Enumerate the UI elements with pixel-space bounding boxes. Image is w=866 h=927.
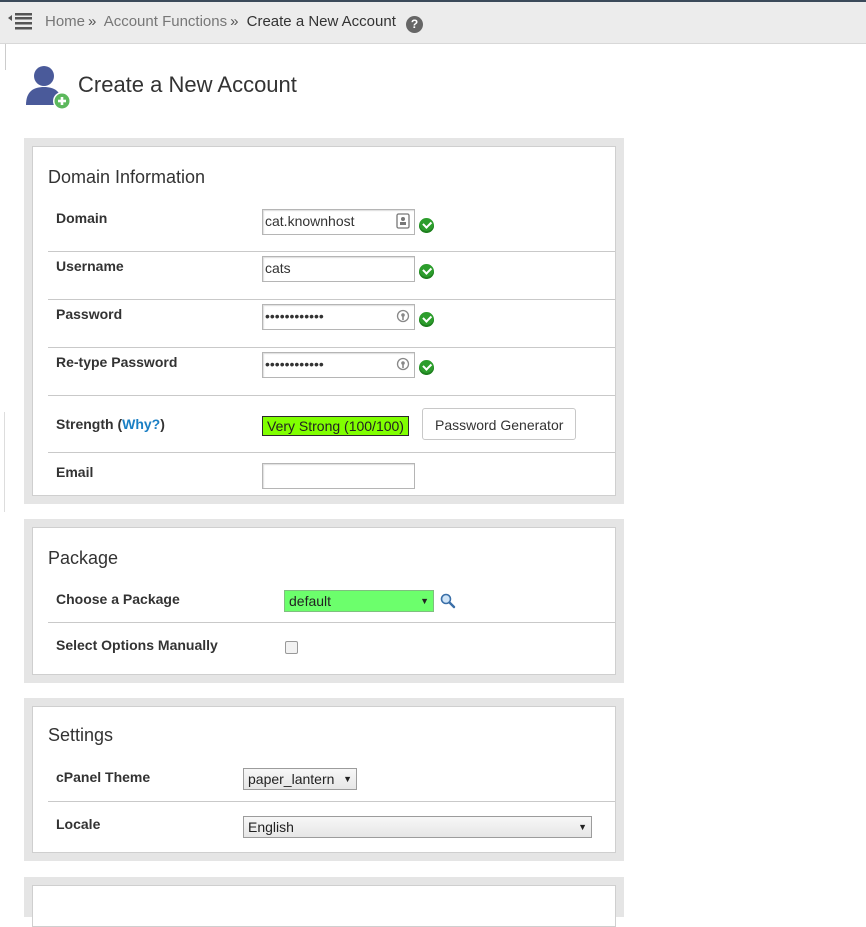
check-circle-icon xyxy=(419,218,434,233)
locale-label: Locale xyxy=(56,816,101,832)
package-panel: Package Choose a Package default ▼ Selec… xyxy=(24,519,624,683)
username-label: Username xyxy=(56,258,124,274)
choose-package-row: Choose a Package default ▼ xyxy=(48,583,615,623)
password-value: •••••••••••• xyxy=(265,308,324,324)
retype-password-value: •••••••••••• xyxy=(265,356,324,372)
package-select-value: default xyxy=(289,593,332,609)
manual-options-label: Select Options Manually xyxy=(56,637,218,653)
breadcrumb: Home» Account Functions» Create a New Ac… xyxy=(45,13,424,33)
username-value: cats xyxy=(265,260,291,276)
chevron-down-icon: ▼ xyxy=(420,596,429,606)
breadcrumb-separator: » xyxy=(88,13,97,30)
locale-row: Locale English ▼ xyxy=(48,802,615,848)
manual-options-row: Select Options Manually xyxy=(48,623,615,669)
domain-value: cat.knownhost xyxy=(265,213,355,229)
strength-label-suffix: ) xyxy=(160,416,165,432)
breadcrumb-separator: » xyxy=(230,13,239,30)
domain-input[interactable]: cat.knownhost xyxy=(262,209,415,235)
sidebar-edge xyxy=(0,44,6,70)
strength-label: Strength (Why?) xyxy=(56,416,165,432)
breadcrumb-home[interactable]: Home xyxy=(45,13,85,30)
key-icon xyxy=(396,309,410,323)
retype-password-label: Re-type Password xyxy=(56,354,178,370)
password-input[interactable]: •••••••••••• xyxy=(262,304,415,330)
email-input[interactable] xyxy=(262,463,415,489)
domain-label: Domain xyxy=(56,210,108,226)
panel-title: Domain Information xyxy=(48,167,206,187)
email-row: Email xyxy=(48,453,615,495)
check-circle-icon xyxy=(419,360,434,375)
page-title: Create a New Account xyxy=(78,72,297,97)
sidebar-edge xyxy=(0,412,5,512)
username-input[interactable]: cats xyxy=(262,256,415,282)
retype-password-row: Re-type Password •••••••••••• xyxy=(48,348,615,396)
chevron-down-icon: ▼ xyxy=(578,822,587,832)
locale-select[interactable]: English ▼ xyxy=(243,816,592,838)
menu-collapse-icon[interactable] xyxy=(8,11,34,33)
panel-title: Package xyxy=(48,548,119,568)
next-panel xyxy=(24,877,624,927)
breadcrumb-account-functions[interactable]: Account Functions xyxy=(104,13,227,30)
password-label: Password xyxy=(56,306,123,322)
manual-options-checkbox[interactable] xyxy=(285,641,298,654)
chevron-down-icon: ▼ xyxy=(343,774,352,784)
breadcrumb-current: Create a New Account xyxy=(246,13,396,30)
panel-title: Settings xyxy=(48,725,114,745)
password-row: Password •••••••••••• xyxy=(48,300,615,348)
strength-row: Strength (Why?) Very Strong (100/100) Pa… xyxy=(48,396,615,453)
domain-row: Domain cat.knownhost xyxy=(48,205,615,252)
settings-panel: Settings cPanel Theme paper_lantern ▼ Lo… xyxy=(24,698,624,861)
add-user-icon xyxy=(26,66,71,110)
package-select[interactable]: default ▼ xyxy=(284,590,434,612)
retype-password-input[interactable]: •••••••••••• xyxy=(262,352,415,378)
contact-card-icon xyxy=(396,213,410,229)
cpanel-theme-value: paper_lantern xyxy=(248,771,335,787)
breadcrumb-bar: Home» Account Functions» Create a New Ac… xyxy=(0,2,866,44)
username-row: Username cats xyxy=(48,252,615,300)
locale-value: English xyxy=(248,819,294,835)
password-generator-button[interactable]: Password Generator xyxy=(422,408,577,440)
key-icon xyxy=(396,357,410,371)
cpanel-theme-select[interactable]: paper_lantern ▼ xyxy=(243,768,357,790)
why-link[interactable]: Why? xyxy=(122,416,160,432)
domain-information-panel: Domain Information Domain cat.knownhost … xyxy=(24,138,624,504)
magnifier-icon[interactable] xyxy=(440,593,456,609)
help-icon[interactable]: ? xyxy=(406,16,424,33)
cpanel-theme-label: cPanel Theme xyxy=(56,769,151,785)
choose-package-label: Choose a Package xyxy=(56,591,180,607)
strength-meter: Very Strong (100/100) xyxy=(262,416,409,436)
cpanel-theme-row: cPanel Theme paper_lantern ▼ xyxy=(48,762,615,802)
check-circle-icon xyxy=(419,264,434,279)
check-circle-icon xyxy=(419,312,434,327)
email-label: Email xyxy=(56,464,94,480)
strength-label-text: Strength ( xyxy=(56,416,123,432)
